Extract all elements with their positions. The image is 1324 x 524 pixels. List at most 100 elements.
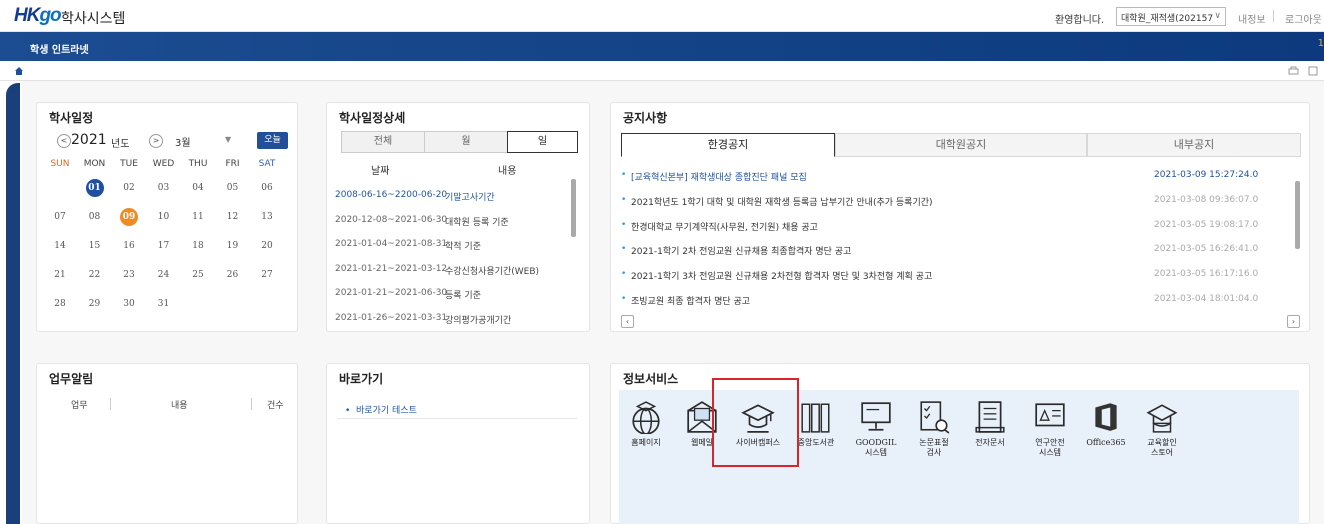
tab-graduate-notice[interactable]: 대학원공지	[835, 133, 1087, 157]
calendar-day-label: 16	[123, 241, 135, 251]
service-office[interactable]: Office365	[1081, 400, 1131, 448]
weekday-header: THU	[188, 159, 208, 169]
calendar-day[interactable]: 01	[78, 179, 112, 197]
notification-badge[interactable]: 1	[1318, 38, 1324, 49]
calendar-day[interactable]: 27	[250, 270, 284, 280]
service-label: 교육할인 스토어	[1147, 438, 1177, 457]
calendar-day[interactable]: 07	[43, 212, 77, 222]
notice-title-text: 한경대학교 무기계약직(사무원, 전기원) 채용 공고	[631, 222, 818, 233]
calendar-day[interactable]: 02	[112, 183, 146, 193]
tab-hankyong-notice[interactable]: 한경공지	[621, 133, 835, 157]
calendar-day[interactable]: 09	[112, 208, 146, 226]
calendar-day[interactable]: 28	[43, 299, 77, 309]
schedule-row[interactable]: 2021-01-04~2021-08-31 학적 기준	[335, 233, 565, 257]
service-globe[interactable]: 홈페이지	[621, 400, 671, 448]
shortcut-link[interactable]: • 바로가기 테스트	[345, 403, 417, 416]
calendar-day-label: 02	[123, 183, 135, 193]
calendar-day[interactable]: 20	[250, 241, 284, 251]
calendar-day[interactable]: 06	[250, 183, 284, 193]
calendar-day[interactable]: 26	[216, 270, 250, 280]
tab-internal-notice[interactable]: 내부공지	[1087, 133, 1301, 157]
calendar-day[interactable]: 10	[147, 212, 181, 222]
notice-row[interactable]: • [교육혁신본부] 재학생대상 종합진단 패널 모집 2021-03-09 15:…	[619, 165, 1279, 187]
calendar-day[interactable]: 15	[78, 241, 112, 251]
bullet-icon: •	[621, 244, 627, 255]
notice-row[interactable]: • 한경대학교 무기계약직(사무원, 전기원) 채용 공고 2021-03-05 1…	[619, 215, 1279, 237]
calendar-day[interactable]: 08	[78, 212, 112, 222]
service-monitor[interactable]: GOODGIL 시스템	[851, 400, 901, 458]
caret-down-icon[interactable]: ▼	[225, 135, 231, 144]
schedule-content: 대학원 등록 기준	[445, 217, 509, 228]
service-store[interactable]: 교육할인 스토어	[1137, 400, 1187, 458]
calendar-day[interactable]: 31	[147, 299, 181, 309]
scrollbar[interactable]	[571, 179, 576, 237]
calendar-day-label: 12	[226, 212, 239, 222]
calendar-day[interactable]: 29	[78, 299, 112, 309]
today-button[interactable]: 오늘	[257, 132, 288, 149]
tab-all[interactable]: 전체	[341, 131, 425, 153]
schedule-content: 수강신청사용기간(WEB)	[445, 266, 540, 277]
calendar-panel: 학사일정 < 2021 년도 > 3월 ▼ 오늘 SUN MON TUE WED THU…	[36, 102, 298, 332]
schedule-row[interactable]: 2021-01-21~2021-06-30 등록 기준	[335, 282, 565, 306]
calendar-day[interactable]: 25	[181, 270, 215, 280]
calendar-day[interactable]: 04	[181, 183, 215, 193]
service-label: GOODGIL 시스템	[855, 438, 897, 457]
weekday-header: SAT	[258, 159, 276, 169]
calendar-day[interactable]: 13	[250, 212, 284, 222]
print-icon[interactable]	[1288, 66, 1299, 76]
service-label: 홈페이지	[631, 438, 661, 447]
notice-row[interactable]: • 2021학년도 1학기 대학 및 대학원 재학생 등록금 납부기간 안내(추가…	[619, 190, 1279, 212]
bullet-icon: •	[621, 194, 627, 205]
prev-year-button[interactable]: <	[57, 134, 71, 148]
calendar-day[interactable]: 30	[112, 299, 146, 309]
scroll-left-button[interactable]: ‹	[621, 315, 634, 328]
calendar-day[interactable]: 18	[181, 241, 215, 251]
calendar-day[interactable]: 05	[216, 183, 250, 193]
calendar-day[interactable]: 12	[216, 212, 250, 222]
schedule-row[interactable]: 2021-01-21~2021-03-12 수강신청사용기간(WEB)	[335, 258, 565, 282]
calendar-day-label: 14	[54, 241, 66, 251]
service-safety-board[interactable]: 연구안전 시스템	[1025, 400, 1075, 458]
logout-link[interactable]: 로그아웃	[1285, 11, 1324, 26]
next-year-button[interactable]: >	[149, 134, 163, 148]
calendar-day[interactable]: 16	[112, 241, 146, 251]
service-label: Office365	[1086, 438, 1126, 447]
user-role-select[interactable]: 대학원_재적생(202157 ∨	[1116, 7, 1226, 26]
calendar-day[interactable]: 22	[78, 270, 112, 280]
notice-row[interactable]: • 2021-1학기 2차 전임교원 신규채용 최종합격자 명단 공고 2021-…	[619, 239, 1279, 261]
calendar-day[interactable]: 11	[181, 212, 215, 222]
service-checklist-search[interactable]: 논문표절 검사	[909, 400, 959, 458]
notice-row[interactable]: • 2021-1학기 3차 전임교원 신규채용 2차전형 합격자 명단 및 3차전…	[619, 264, 1279, 286]
schedule-row[interactable]: 2020-12-08~2021-06-30 대학원 등록 기준	[335, 209, 565, 233]
side-tab[interactable]	[6, 83, 20, 524]
shortcut-panel: 바로가기 • 바로가기 테스트	[326, 363, 590, 524]
tab-day[interactable]: 일	[507, 131, 578, 153]
calendar-day[interactable]: 23	[112, 270, 146, 280]
schedule-row[interactable]: 2021-01-26~2021-03-31 강의평가공개기간	[335, 307, 565, 331]
calendar-day[interactable]: 24	[147, 270, 181, 280]
service-document[interactable]: 전자문서	[965, 400, 1015, 448]
settings-icon[interactable]	[1308, 66, 1318, 76]
schedule-row[interactable]: 2008-06-16~2200-06-20 기말고사기간	[335, 184, 565, 208]
month-select[interactable]: 3월	[175, 134, 191, 149]
document-icon	[975, 401, 1005, 433]
logo[interactable]: HKgo	[14, 5, 62, 27]
safety-board-icon	[1035, 403, 1065, 427]
calendar-day[interactable]: 03	[147, 183, 181, 193]
notice-title-text: 2021학년도 1학기 대학 및 대학원 재학생 등록금 납부기간 안내(추가 …	[631, 197, 933, 208]
bullet-icon: •	[621, 294, 627, 304]
divider	[110, 398, 111, 410]
calendar-day[interactable]: 19	[216, 241, 250, 251]
scrollbar[interactable]	[1295, 181, 1300, 249]
shortcut-label: 바로가기 테스트	[356, 406, 417, 416]
calendar-day[interactable]: 14	[43, 241, 77, 251]
calendar-day[interactable]: 17	[147, 241, 181, 251]
welcome-text: 환영합니다.	[1055, 15, 1105, 26]
scroll-right-button[interactable]: ›	[1287, 315, 1300, 328]
my-info-link[interactable]: 내정보	[1238, 11, 1266, 26]
tab-month[interactable]: 월	[424, 131, 508, 153]
notice-row[interactable]: • 조빙교원 최종 합격자 명단 공고 2021-03-04 18:01:04.0	[619, 289, 1279, 311]
schedule-date: 2021-01-21~2021-06-30	[335, 288, 448, 298]
home-icon[interactable]	[14, 66, 24, 76]
calendar-day[interactable]: 21	[43, 270, 77, 280]
